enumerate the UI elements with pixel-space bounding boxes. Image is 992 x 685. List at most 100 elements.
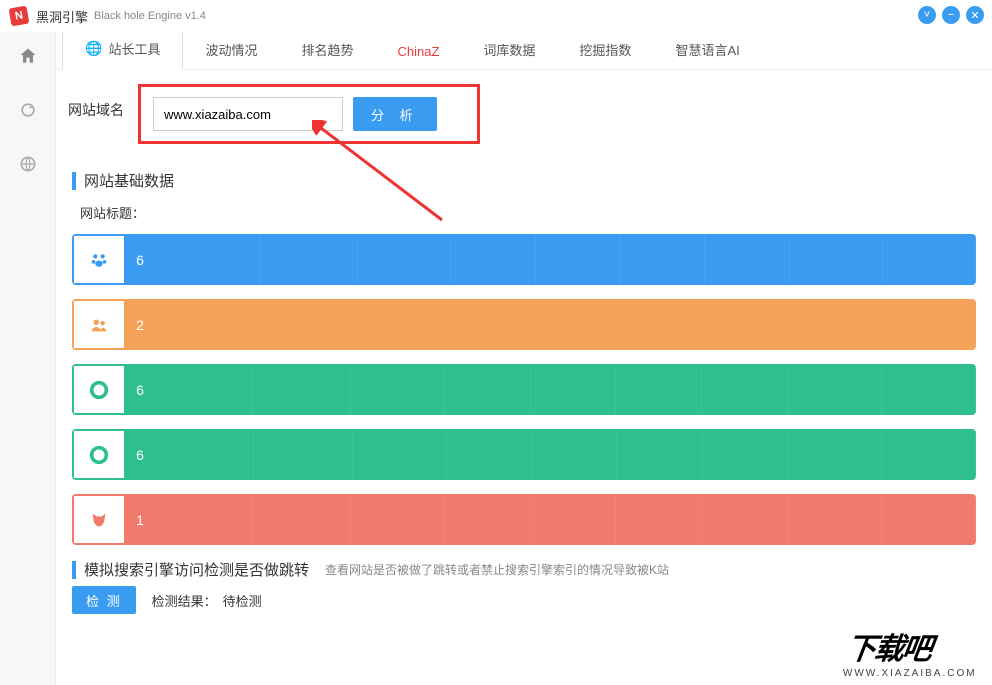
stat-header: 第一页 [361,372,436,388]
rail-home-icon[interactable] [12,40,44,72]
stat-value: 2881(158) [712,394,779,408]
stat-cell: 预计流量12348（-588） [154,429,254,480]
stat-cell: 关键词数 18399(-344) [254,429,352,480]
stat-cell: 第二页113(23) [445,494,531,545]
stat-value: 150（0） [164,327,243,344]
stat-value: 139(0) [712,329,779,343]
stat-value: 16399（966） [164,392,243,409]
stats-row: 6预计流量16399（966）关键词数20092(197)第一页4096(-33… [72,364,976,415]
stat-cell: 第三页3366(22) [531,364,617,415]
stat-value: 5728(-640) [457,459,523,473]
stat-cell: 第四页160(17) [616,494,702,545]
tab-label: 站长工具 [108,39,160,58]
stat-header: 第四页 [631,242,697,258]
window-close-button[interactable]: ✕ [966,6,984,24]
stat-cell: 第三页2420(-536) [532,429,617,480]
section-detect: 模拟搜索引擎访问检测是否做跳转 查看网站是否被做了跳转或者禁止搜索引擎索引的情况… [72,559,976,580]
stat-value: 160(17) [626,524,693,538]
section-bar-icon [72,561,76,579]
rail-tools-icon[interactable] [12,94,44,126]
window-help-button[interactable]: ˅ [918,6,936,24]
domain-input-group: 分 析 [138,84,480,144]
rank-badge: 6 [126,364,154,415]
rank-badge: 2 [126,299,154,350]
stat-header: 第五页 [712,372,779,388]
stat-header: 关键词数 [262,307,341,323]
stat-header: 第四页 [626,372,693,388]
stat-cell: 第四页12881(-41) [621,234,706,285]
stat-value: 6107(121) [455,394,522,408]
stat-header: 关键词数 [264,437,343,453]
stat-header: 第五页 [715,242,781,258]
stat-value: 2020-07-10 [798,524,873,538]
stat-cell: 第二页6107(121) [445,364,531,415]
tab-ai[interactable]: 智慧语言AI [653,32,761,69]
stat-header: 更新时间 [800,242,874,258]
stat-value: 113(23) [455,524,522,538]
stat-value: 113(0) [541,329,608,343]
stat-value: 53(12) [361,524,436,538]
engine-icon [72,429,126,480]
rank-badge: 6 [126,234,154,285]
detect-button[interactable]: 检 测 [72,586,136,614]
window-minimize-button[interactable]: − [942,6,960,24]
stat-header: 第四页 [627,437,693,453]
stat-value: 18399(-344) [264,459,343,473]
stat-header: 预测未来时间 [892,502,967,518]
tab-keywords[interactable]: 词库数据 [461,32,557,69]
left-rail [0,32,56,685]
stat-header: 预测未来时间 [892,437,967,453]
stat-value: 2020-7-15 [892,459,967,473]
stat-cell: 预测未来时间2020-7-22 [882,494,976,545]
stat-header: 关键词数 [262,372,341,388]
stat-value: 121(0) [455,329,522,343]
stat-cell: 第五页10335(5) [705,234,790,285]
stat-value: 3563(-513) [627,459,693,473]
domain-input[interactable] [153,97,343,131]
stat-cell: 第二页 5728(-640) [447,429,532,480]
stat-cell: 预计流量150（0） [154,299,252,350]
stats-row: 6预计流量12348（-588） 关键词数 18399(-344) 第一页3913(-… [72,429,976,480]
section-basic-data: 网站基础数据 [72,170,976,191]
tab-chinaz[interactable]: ChinaZ [375,34,461,69]
tab-mining-index[interactable]: 挖掘指数 [557,32,653,69]
stat-header: 第五页 [713,437,779,453]
domain-label: 网站域名 [68,100,124,120]
stat-cell: 第一页3913(-1526) [353,429,447,480]
stat-cell: 第二页12134(-58) [451,234,536,285]
rail-globe-icon[interactable] [12,148,44,180]
stat-value: 20(0) [361,329,436,343]
analyze-button[interactable]: 分 析 [353,97,437,131]
engine-icon [72,299,126,350]
stat-header: 第一页 [363,437,438,453]
stat-cell: 预测未来时间 2020-7-15 [882,429,976,480]
stat-header: 预计流量 [164,370,243,386]
tab-ranking[interactable]: 排名趋势 [279,32,375,69]
stat-header: 第三页 [542,437,608,453]
stats-row: 6预计流量35874（-1932）关键词数46444(-130)第一页1759(… [72,234,976,285]
stat-value: 144(0) [626,329,693,343]
stat-value: 12134(-58) [461,264,527,278]
tab-fluctuation[interactable]: 波动情况 [183,32,279,69]
stat-value: 20092(197) [262,394,341,408]
stat-value: 2020-07-12 [800,264,874,278]
stat-header: 关键词数 [262,502,341,518]
stat-header: 第二页 [457,437,523,453]
engine-icon [72,364,126,415]
app-subtitle: Black hole Engine v1.4 [94,10,206,22]
watermark: 下载吧 WWW.XIAZAIBA.COM [842,624,983,679]
section-title-text: 网站基础数据 [84,170,174,191]
stat-cell: 预计流量35874（-1932） [154,234,261,285]
stat-cell: 更新时间2020-07-08 [788,364,882,415]
tab-webmaster-tools[interactable]: 🌐站长工具 [62,32,183,70]
stat-header: 预测未来时间 [893,242,967,258]
stat-cell: 关键词数46444(-130) [261,234,358,285]
stat-cell: 更新时间2020-07-09 [788,429,882,480]
stat-value: 3642(-71) [626,394,693,408]
stat-header: 预测未来时间 [892,307,967,323]
stat-value: 2020-07-09 [798,459,873,473]
engine-icon [72,234,126,285]
rank-badge: 6 [126,429,154,480]
detect-note: 查看网站是否被做了跳转或者禁止搜索引擎索引的情况导致被K站 [325,561,669,578]
stat-value: 9335(-8) [546,264,612,278]
